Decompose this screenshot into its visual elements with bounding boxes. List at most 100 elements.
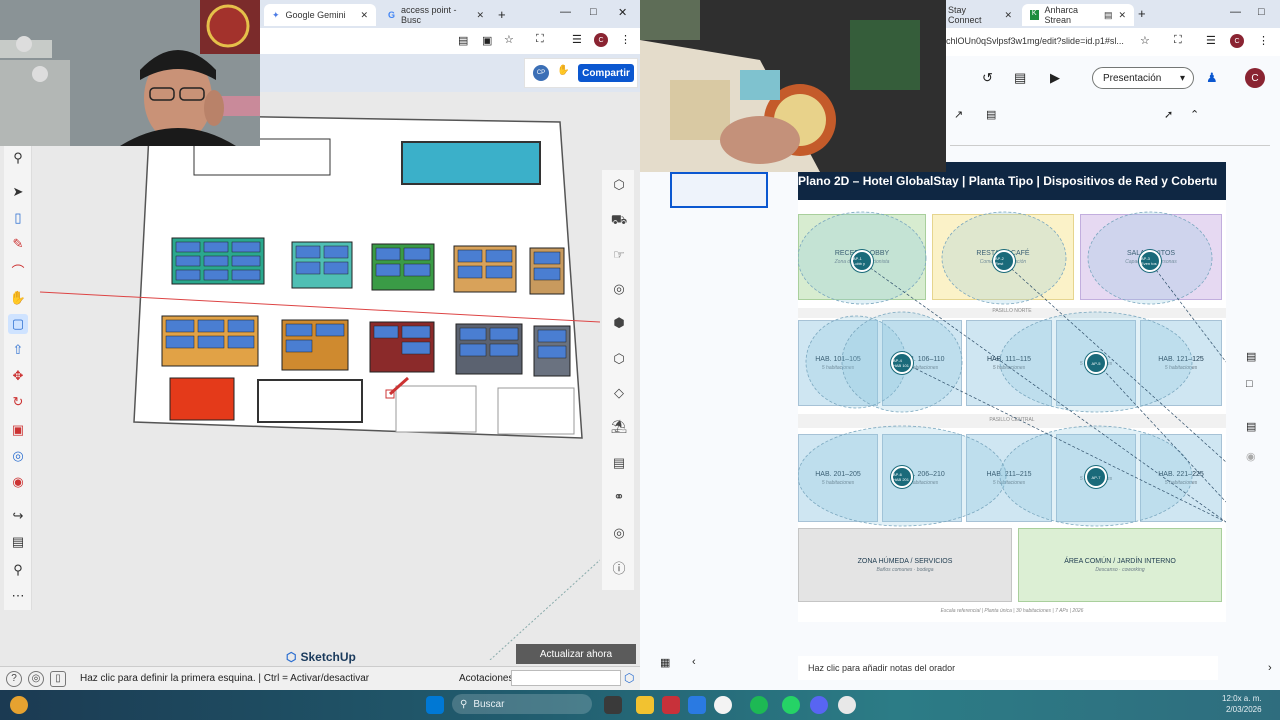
text-icon[interactable]: ▤ — [8, 532, 28, 552]
profile-avatar[interactable]: C — [594, 33, 608, 47]
minimize-icon[interactable]: — — [560, 6, 571, 18]
playlist-icon[interactable]: ☰ — [1206, 34, 1216, 47]
comment-icon[interactable]: ▤ — [1014, 70, 1026, 86]
scale-icon[interactable]: ▣ — [8, 420, 28, 440]
translate-icon[interactable]: ▤ — [458, 34, 468, 47]
maximize-icon[interactable]: □ — [590, 6, 597, 18]
tape-icon[interactable]: ↪ — [8, 506, 28, 526]
select-icon[interactable]: ➤ — [8, 182, 28, 202]
cursor-tool-icon[interactable]: ↗ — [954, 108, 963, 121]
glasses-icon[interactable]: ⚭ — [608, 486, 630, 508]
extensions-icon[interactable]: ⛶ — [536, 33, 544, 46]
close-icon[interactable]: ✕ — [1004, 10, 1012, 21]
add-comment-icon[interactable]: ▤ — [986, 108, 996, 121]
tab-stay-connect[interactable]: Stay Connect ✕ — [940, 4, 1020, 26]
hand-icon[interactable]: ✋ — [8, 288, 28, 308]
spotify-icon[interactable] — [750, 696, 768, 714]
update-now-button[interactable]: Actualizar ahora — [516, 644, 636, 664]
close-icon[interactable]: ✕ — [1118, 10, 1126, 21]
keep-icon[interactable]: ▤ — [1246, 350, 1256, 363]
more-icon[interactable]: ⋯ — [8, 586, 28, 606]
account-avatar[interactable]: C — [1245, 68, 1265, 88]
chrome-icon-2[interactable] — [838, 696, 856, 714]
weather-icon[interactable] — [10, 696, 28, 714]
grid-view-icon[interactable]: ▦ — [660, 656, 670, 669]
orbit-icon[interactable]: ◉ — [8, 472, 28, 492]
rotate-icon[interactable]: ↻ — [8, 392, 28, 412]
tasks-icon[interactable]: ▤ — [1246, 420, 1256, 433]
chevron-up-icon[interactable]: ⌃ — [1190, 108, 1199, 121]
tab-anharca[interactable]: K Anharca Strean ▤ ✕ — [1022, 4, 1134, 26]
sphere-icon[interactable]: ◎ — [608, 522, 630, 544]
dot-icon[interactable]: ◉ — [1246, 450, 1256, 463]
rectangle-icon[interactable]: ▢ — [8, 314, 28, 334]
app-icon-1[interactable] — [662, 696, 680, 714]
zoom-icon[interactable]: ⚲ — [8, 560, 28, 580]
screen-share-icon[interactable]: ▤ — [1104, 10, 1113, 21]
styles-icon[interactable]: ⬡ — [608, 174, 630, 196]
file-explorer-icon[interactable] — [636, 696, 654, 714]
outliner-icon[interactable]: ⬡ — [608, 348, 630, 370]
move-icon[interactable]: ✥ — [8, 366, 28, 386]
measurements-input[interactable] — [511, 670, 621, 686]
chrome-icon[interactable] — [714, 696, 732, 714]
new-tab-icon[interactable]: + — [1138, 6, 1146, 21]
scenes-panel-icon[interactable]: ▤ — [608, 452, 630, 474]
paint-icon[interactable]: ⛱ — [608, 416, 630, 438]
slide-canvas[interactable]: Plano 2D – Hotel GlobalStay | Planta Tip… — [798, 162, 1226, 622]
taskview-icon[interactable] — [604, 696, 622, 714]
collapse-icon[interactable]: ‹ — [692, 656, 696, 668]
url-text[interactable]: chlOUn0qSvlpsf3w1mg/edit?slide=id.p1#sl.… — [946, 36, 1124, 46]
share-button[interactable]: Compartir — [578, 64, 634, 82]
chevron-down-icon[interactable]: ▾ — [1180, 73, 1185, 84]
help-icon[interactable]: ? — [6, 670, 22, 687]
discord-icon[interactable] — [810, 696, 828, 714]
pencil-icon[interactable]: ✎ — [8, 234, 28, 254]
offset-icon[interactable]: ◎ — [8, 446, 28, 466]
extensions-icon[interactable]: ⛶ — [1174, 34, 1182, 47]
app-icon-2[interactable] — [688, 696, 706, 714]
mouse-icon[interactable]: ▯ — [50, 670, 66, 687]
close-icon[interactable]: ✕ — [360, 10, 368, 21]
playlist-icon[interactable]: ☰ — [572, 33, 582, 46]
present-button[interactable]: Presentación ▾ — [1092, 67, 1194, 89]
minimize-icon[interactable]: — — [1230, 6, 1241, 18]
hand-icon[interactable]: ✋ — [557, 65, 569, 76]
folder-icon[interactable]: □ — [1246, 378, 1253, 390]
slide-thumbnail-1[interactable] — [670, 172, 768, 208]
sketchup-status-icon[interactable]: ⬡ — [624, 671, 634, 685]
taskbar-search[interactable]: ⚲ Buscar — [452, 694, 592, 714]
materials-icon[interactable]: ◎ — [608, 278, 630, 300]
bookmark-star-icon[interactable]: ☆ — [504, 33, 514, 46]
share-people-icon[interactable]: ♟ — [1206, 70, 1218, 86]
history-icon[interactable]: ↺ — [982, 70, 993, 86]
eraser-icon[interactable]: ▯ — [8, 208, 28, 228]
menu-icon[interactable]: ⋮ — [1258, 34, 1269, 47]
cp-avatar[interactable]: CP — [533, 65, 549, 81]
tags-icon[interactable]: ◇ — [608, 382, 630, 404]
scenes-icon[interactable]: ☞ — [608, 244, 630, 266]
tab-access-point[interactable]: G access point - Busc ✕ — [380, 4, 492, 26]
pen-icon[interactable]: ➚ — [1164, 108, 1173, 121]
taskbar-clock[interactable]: 12:0x a. m. 2/03/2026 — [1222, 693, 1262, 715]
globe-icon[interactable]: ◎ — [28, 670, 44, 687]
entity-icon[interactable]: ⬢ — [608, 312, 630, 334]
info-icon[interactable]: ⓘ — [608, 556, 630, 578]
search-icon[interactable]: ⚲ — [8, 148, 28, 168]
meet-icon[interactable]: ▶ — [1050, 70, 1060, 86]
close-icon[interactable]: ✕ — [476, 10, 484, 21]
bookmark-star-icon[interactable]: ☆ — [1140, 34, 1150, 47]
menu-icon[interactable]: ⋮ — [620, 33, 631, 46]
arc-icon[interactable]: ⌒ — [8, 260, 28, 280]
pushpull-icon[interactable]: ⇧ — [8, 340, 28, 360]
maximize-icon[interactable]: □ — [1258, 6, 1265, 18]
profile-avatar[interactable]: C — [1230, 34, 1244, 48]
new-tab-icon[interactable]: + — [498, 7, 506, 22]
components-icon[interactable]: ⛟ — [608, 210, 630, 232]
sketchup-canvas[interactable] — [39, 60, 601, 661]
window-close-icon[interactable]: ✕ — [618, 6, 627, 19]
whatsapp-icon[interactable] — [782, 696, 800, 714]
windows-start-icon[interactable] — [426, 696, 444, 714]
screenshot-icon[interactable]: ▣ — [482, 34, 492, 47]
speaker-notes[interactable]: Haz clic para añadir notas del orador — [798, 656, 1218, 680]
